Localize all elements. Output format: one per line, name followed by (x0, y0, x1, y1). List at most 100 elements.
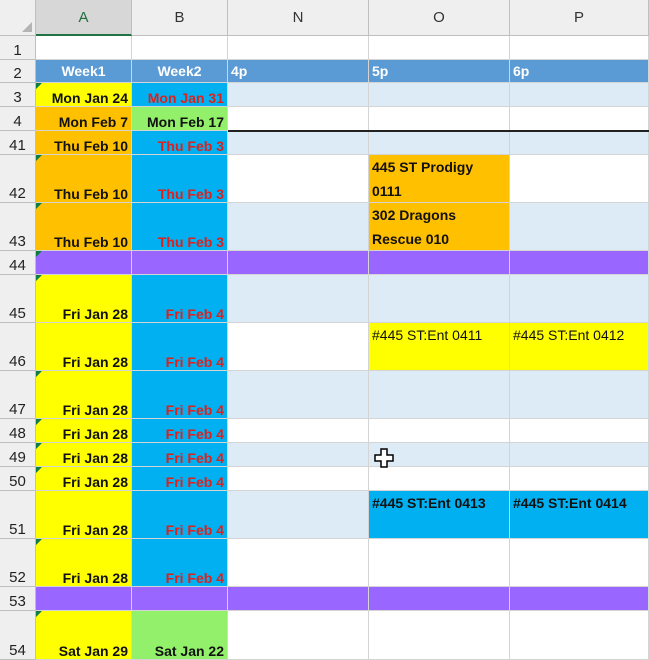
row-header-1[interactable]: 1 (0, 36, 36, 60)
cell-a48[interactable]: Fri Jan 28 (36, 419, 132, 443)
row-header-47[interactable]: 47 (0, 371, 36, 419)
cell-b41[interactable]: Thu Feb 3 (132, 131, 228, 155)
cell-n3[interactable] (228, 83, 369, 107)
cell-b4[interactable]: Mon Feb 17 (132, 107, 228, 131)
cell-n49[interactable] (228, 443, 369, 467)
cell-a42[interactable]: Thu Feb 10 (36, 155, 132, 203)
cell-p2-time[interactable]: 6p (510, 60, 649, 83)
cell-p49[interactable] (510, 443, 649, 467)
row-header-43[interactable]: 43 (0, 203, 36, 251)
cell-o54[interactable] (369, 611, 510, 660)
cell-o48[interactable] (369, 419, 510, 443)
column-header-n[interactable]: N (228, 0, 369, 36)
cell-o45[interactable] (369, 275, 510, 323)
cell-n4[interactable] (228, 107, 369, 131)
column-header-o[interactable]: O (369, 0, 510, 36)
row-header-46[interactable]: 46 (0, 323, 36, 371)
cell-b43[interactable]: Thu Feb 3 (132, 203, 228, 251)
cell-n51[interactable] (228, 491, 369, 539)
cell-o50[interactable] (369, 467, 510, 491)
cell-o3[interactable] (369, 83, 510, 107)
row-header-50[interactable]: 50 (0, 467, 36, 491)
cell-o4[interactable] (369, 107, 510, 131)
cell-n43[interactable] (228, 203, 369, 251)
cell-n52[interactable] (228, 539, 369, 587)
cell-n47[interactable] (228, 371, 369, 419)
cell-a41[interactable]: Thu Feb 10 (36, 131, 132, 155)
row-header-54[interactable]: 54 (0, 611, 36, 660)
cell-b42[interactable]: Thu Feb 3 (132, 155, 228, 203)
cell-b54[interactable]: Sat Jan 22 (132, 611, 228, 660)
row-header-51[interactable]: 51 (0, 491, 36, 539)
cell-p42[interactable] (510, 155, 649, 203)
row-header-52[interactable]: 52 (0, 539, 36, 587)
cell-p48[interactable] (510, 419, 649, 443)
cell-a54[interactable]: Sat Jan 29 (36, 611, 132, 660)
cell-p50[interactable] (510, 467, 649, 491)
cell-o47[interactable] (369, 371, 510, 419)
cell-b45[interactable]: Fri Feb 4 (132, 275, 228, 323)
cell-b52[interactable]: Fri Feb 4 (132, 539, 228, 587)
cell-n45[interactable] (228, 275, 369, 323)
cell-p45[interactable] (510, 275, 649, 323)
row-header-48[interactable]: 48 (0, 419, 36, 443)
cell-a53[interactable] (36, 587, 132, 611)
cell-a51[interactable]: Fri Jan 28 (36, 491, 132, 539)
cell-a43[interactable]: Thu Feb 10 (36, 203, 132, 251)
cell-a47[interactable]: Fri Jan 28 (36, 371, 132, 419)
cell-a2-week1[interactable]: Week1 (36, 60, 132, 83)
cell-b49[interactable]: Fri Feb 4 (132, 443, 228, 467)
cell-b48[interactable]: Fri Feb 4 (132, 419, 228, 443)
row-header-41[interactable]: 41 (0, 131, 36, 155)
cell-a44[interactable] (36, 251, 132, 275)
cell-n50[interactable] (228, 467, 369, 491)
cell-n44[interactable] (228, 251, 369, 275)
cell-b50[interactable]: Fri Feb 4 (132, 467, 228, 491)
row-header-3[interactable]: 3 (0, 83, 36, 107)
cell-p54[interactable] (510, 611, 649, 660)
cell-o44[interactable] (369, 251, 510, 275)
cell-a4[interactable]: Mon Feb 7 (36, 107, 132, 131)
cell-a49[interactable]: Fri Jan 28 (36, 443, 132, 467)
cell-p41[interactable] (510, 131, 649, 155)
row-header-53[interactable]: 53 (0, 587, 36, 611)
cell-a45[interactable]: Fri Jan 28 (36, 275, 132, 323)
column-header-b[interactable]: B (132, 0, 228, 36)
cell-n41[interactable] (228, 131, 369, 155)
cell-b51[interactable]: Fri Feb 4 (132, 491, 228, 539)
row-header-44[interactable]: 44 (0, 251, 36, 275)
cell-b1[interactable] (132, 36, 228, 60)
cell-b44[interactable] (132, 251, 228, 275)
cell-n42[interactable] (228, 155, 369, 203)
cell-p43[interactable] (510, 203, 649, 251)
cell-a3[interactable]: Mon Jan 24 (36, 83, 132, 107)
cell-b3[interactable]: Mon Jan 31 (132, 83, 228, 107)
cell-o52[interactable] (369, 539, 510, 587)
cell-p3[interactable] (510, 83, 649, 107)
cell-o53[interactable] (369, 587, 510, 611)
row-header-42[interactable]: 42 (0, 155, 36, 203)
cell-n48[interactable] (228, 419, 369, 443)
column-header-a[interactable]: A (36, 0, 132, 36)
cell-p47[interactable] (510, 371, 649, 419)
row-header-45[interactable]: 45 (0, 275, 36, 323)
row-header-2[interactable]: 2 (0, 60, 36, 83)
cell-n54[interactable] (228, 611, 369, 660)
cell-n1[interactable] (228, 36, 369, 60)
cell-n53[interactable] (228, 587, 369, 611)
column-header-p[interactable]: P (510, 0, 649, 36)
cell-b46[interactable]: Fri Feb 4 (132, 323, 228, 371)
cell-p52[interactable] (510, 539, 649, 587)
row-header-4[interactable]: 4 (0, 107, 36, 131)
cell-n46[interactable] (228, 323, 369, 371)
cell-b53[interactable] (132, 587, 228, 611)
row-header-49[interactable]: 49 (0, 443, 36, 467)
cell-o1[interactable] (369, 36, 510, 60)
cell-a50[interactable]: Fri Jan 28 (36, 467, 132, 491)
cell-a46[interactable]: Fri Jan 28 (36, 323, 132, 371)
cell-p44[interactable] (510, 251, 649, 275)
cell-a1[interactable] (36, 36, 132, 60)
cell-o41[interactable] (369, 131, 510, 155)
cell-p53[interactable] (510, 587, 649, 611)
cell-p1[interactable] (510, 36, 649, 60)
